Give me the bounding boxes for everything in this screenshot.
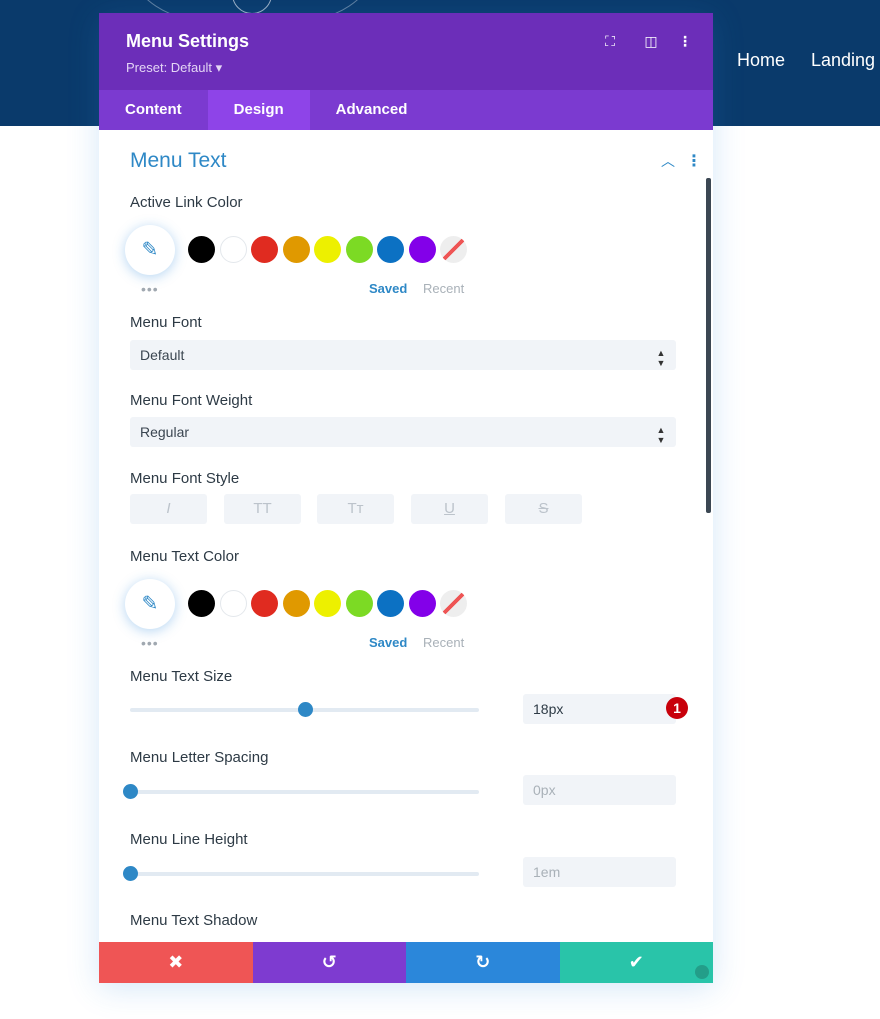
strikethrough-button[interactable]: S — [505, 494, 582, 524]
menu-font-select[interactable]: Default ▲▼ — [130, 340, 676, 370]
no-color-swatch-icon[interactable] — [440, 236, 467, 263]
menu-text-size-label: Menu Text Size — [130, 668, 233, 685]
menu-font-weight-value: Regular — [140, 424, 190, 440]
underline-button[interactable]: U — [411, 494, 488, 524]
section-title[interactable]: Menu Text — [130, 149, 227, 173]
capitalize-button[interactable]: Tт — [317, 494, 394, 524]
menu-font-label: Menu Font — [130, 314, 202, 331]
menu-font-value: Default — [140, 347, 185, 363]
color-swatch[interactable] — [282, 590, 310, 617]
chevron-up-icon[interactable]: ︿ — [661, 151, 675, 171]
split-view-icon[interactable]: ◫ — [642, 33, 660, 50]
menu-font-style-label: Menu Font Style — [130, 470, 240, 487]
tab-design[interactable]: Design — [207, 90, 310, 130]
scrollbar[interactable] — [706, 178, 711, 513]
recent-tab[interactable]: Recent — [423, 281, 464, 296]
select-arrows-icon: ▲▼ — [656, 348, 666, 368]
menu-line-height-slider[interactable] — [123, 866, 479, 881]
uppercase-button[interactable]: TT — [224, 494, 301, 524]
redo-button[interactable]: ↻ — [406, 942, 560, 983]
color-swatch[interactable] — [408, 236, 436, 263]
fullscreen-icon[interactable]: ⛶ — [601, 33, 619, 50]
color-swatch[interactable] — [251, 590, 278, 617]
menu-text-size-input[interactable]: 18px — [523, 694, 676, 724]
color-swatch[interactable] — [282, 236, 310, 263]
check-icon: ✔ — [628, 952, 644, 972]
menu-letter-spacing-slider[interactable] — [123, 784, 479, 799]
slider-thumb[interactable] — [123, 866, 138, 881]
color-swatch[interactable] — [377, 236, 404, 263]
color-swatch[interactable] — [251, 236, 278, 263]
color-swatch[interactable] — [377, 590, 404, 617]
recent-tab[interactable]: Recent — [423, 635, 464, 650]
menu-font-weight-select[interactable]: Regular ▲▼ — [130, 417, 676, 447]
eyedropper-icon[interactable]: ✎ — [125, 225, 175, 275]
menu-settings-panel: Menu Settings Preset: Default ▾ ⛶ ◫ ⋮ Co… — [99, 13, 713, 983]
menu-font-weight-label: Menu Font Weight — [130, 392, 253, 409]
panel-header: Menu Settings Preset: Default ▾ ⛶ ◫ ⋮ — [99, 13, 713, 90]
color-swatch[interactable] — [408, 590, 436, 617]
nav-landing[interactable]: Landing — [811, 50, 875, 71]
menu-line-height-label: Menu Line Height — [130, 831, 248, 848]
no-color-swatch-icon[interactable] — [440, 590, 467, 617]
color-swatch[interactable] — [345, 236, 373, 263]
cancel-button[interactable]: ✖ — [99, 942, 253, 983]
saved-tab[interactable]: Saved — [369, 635, 407, 650]
undo-button[interactable]: ↺ — [252, 942, 406, 983]
nav-home[interactable]: Home — [737, 50, 785, 71]
color-swatch[interactable] — [314, 236, 341, 263]
saved-tab[interactable]: Saved — [369, 281, 407, 296]
color-swatch[interactable] — [219, 236, 247, 263]
more-dots-icon[interactable]: ••• — [141, 281, 159, 297]
tab-advanced[interactable]: Advanced — [310, 90, 434, 130]
eyedropper-icon[interactable]: ✎ — [125, 579, 175, 629]
slider-thumb[interactable] — [297, 702, 313, 717]
color-swatch[interactable] — [314, 590, 341, 617]
preset-dropdown[interactable]: Preset: Default ▾ — [126, 60, 222, 76]
more-dots-icon[interactable]: ••• — [141, 635, 159, 651]
color-swatch[interactable] — [219, 590, 247, 617]
menu-text-color-label: Menu Text Color — [130, 548, 239, 565]
tab-bar: Content Design Advanced — [99, 90, 713, 130]
slider-thumb[interactable] — [123, 784, 138, 799]
menu-text-shadow-label: Menu Text Shadow — [130, 912, 258, 929]
section-more-icon[interactable]: ⋮ — [686, 151, 702, 171]
color-swatch[interactable] — [345, 590, 373, 617]
select-arrows-icon: ▲▼ — [656, 425, 666, 445]
panel-footer: ✖ ↺ ↻ ✔ — [99, 942, 713, 983]
menu-line-height-input[interactable]: 1em — [523, 857, 676, 887]
resize-handle-icon[interactable] — [695, 965, 709, 979]
menu-letter-spacing-label: Menu Letter Spacing — [130, 749, 269, 766]
italic-button[interactable]: I — [130, 494, 207, 524]
more-icon[interactable]: ⋮ — [676, 33, 694, 50]
step-badge: 1 — [666, 697, 688, 719]
save-button[interactable]: ✔ — [559, 942, 713, 983]
tab-content[interactable]: Content — [99, 90, 208, 130]
active-link-color-label: Active Link Color — [130, 194, 243, 211]
panel-title: Menu Settings — [126, 31, 250, 51]
menu-letter-spacing-input[interactable]: 0px — [523, 775, 676, 805]
color-swatch[interactable] — [188, 590, 215, 617]
menu-text-size-slider[interactable] — [130, 702, 479, 717]
color-swatch[interactable] — [188, 236, 215, 263]
